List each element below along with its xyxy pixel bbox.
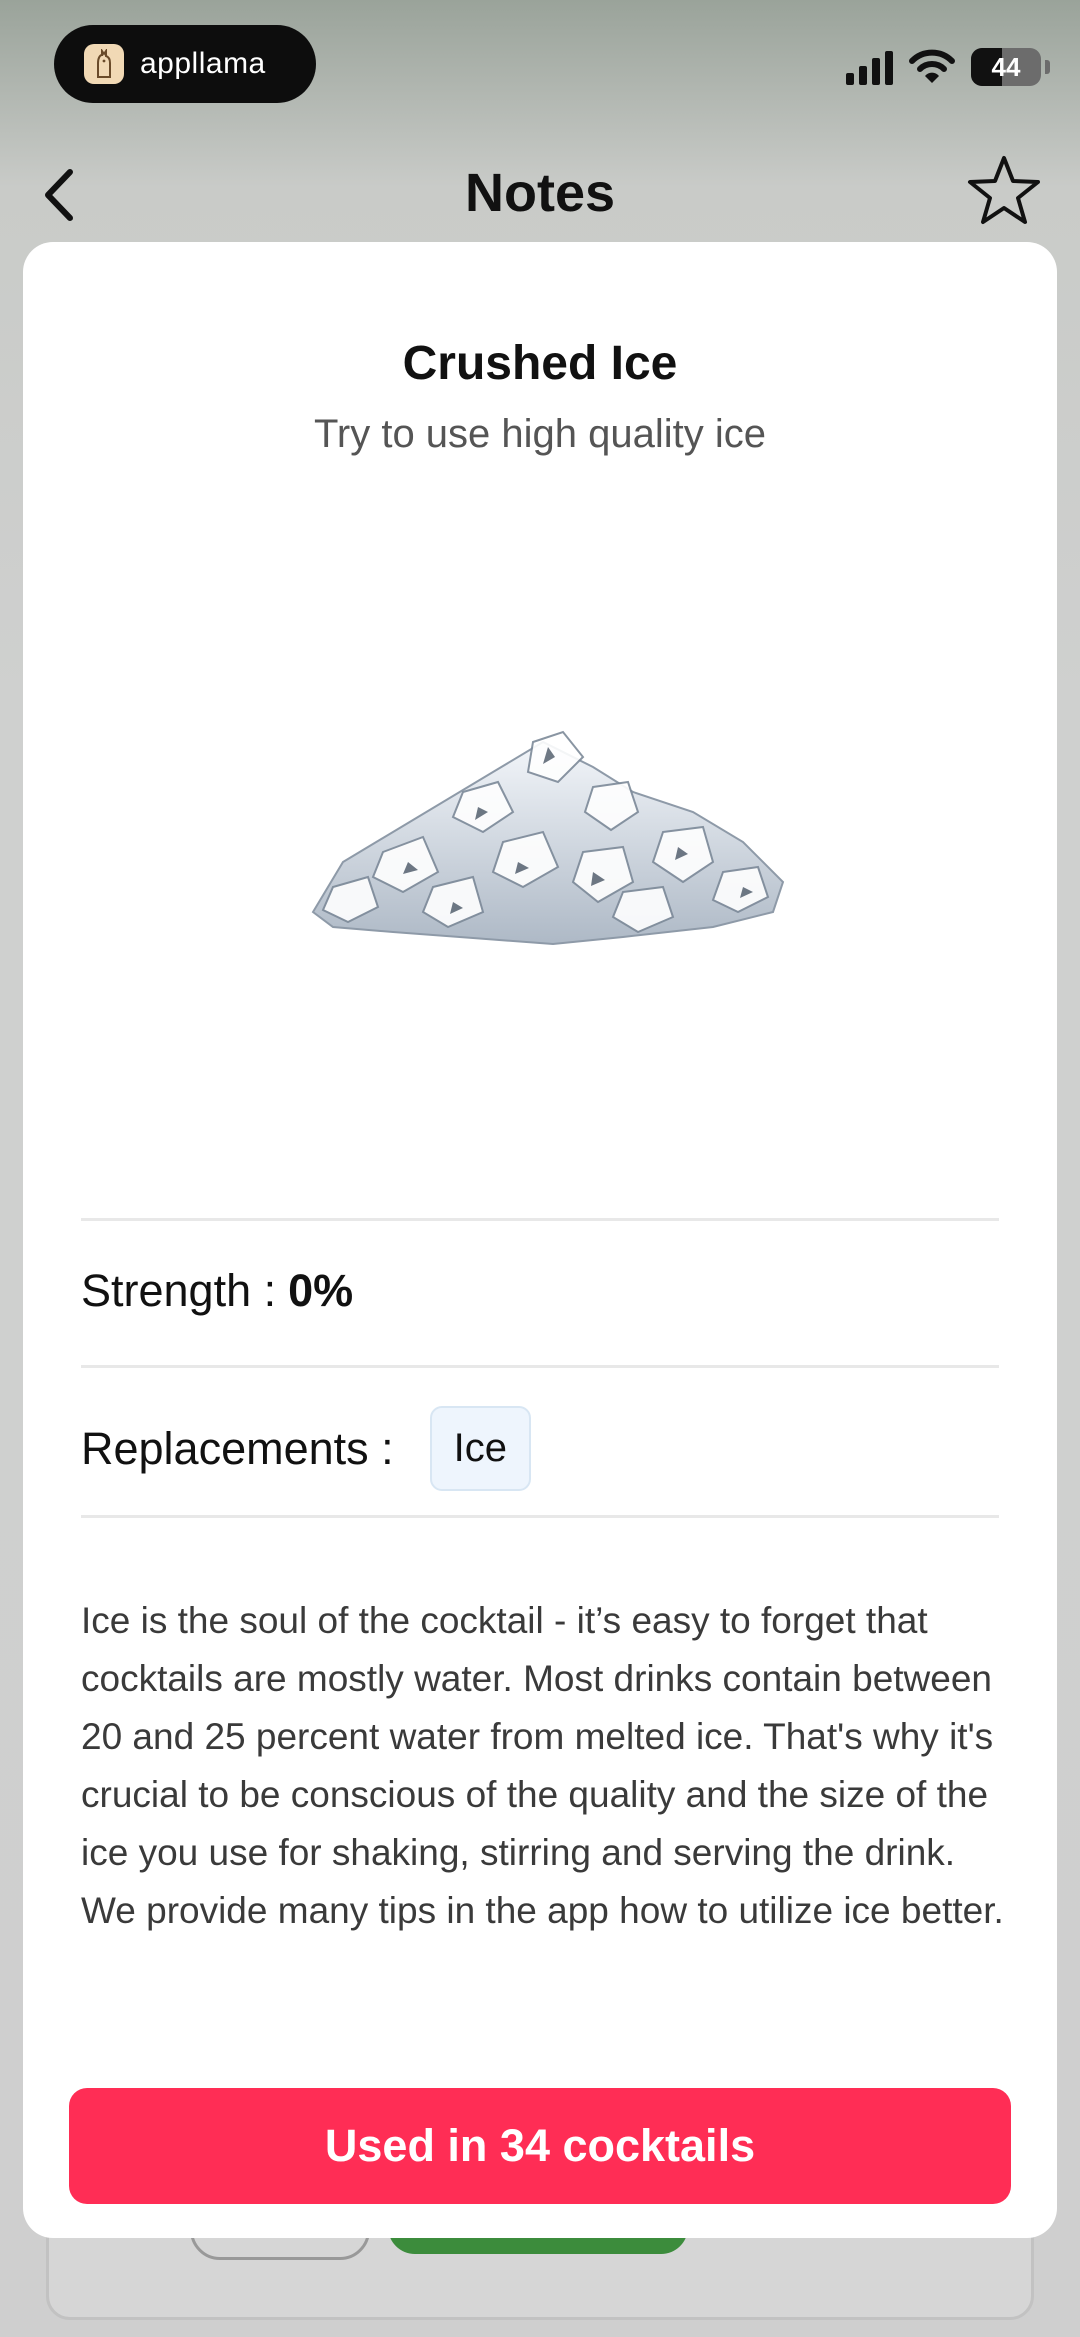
replacements-label: Replacements : bbox=[81, 1422, 394, 1474]
strength-label: Strength : bbox=[81, 1265, 277, 1316]
ingredient-sheet: Crushed Ice Try to use high quality ice bbox=[23, 242, 1057, 2238]
divider bbox=[81, 1515, 999, 1518]
llama-logo-icon bbox=[84, 44, 124, 84]
strength-value: 0% bbox=[288, 1265, 354, 1316]
battery-tip bbox=[1045, 60, 1050, 74]
signal-icon bbox=[846, 49, 893, 85]
ingredient-subtitle: Try to use high quality ice bbox=[313, 412, 767, 456]
used-in-cocktails-button[interactable]: Used in 34 cocktails bbox=[69, 2088, 1011, 2204]
replacements-row: Replacements : Ice bbox=[81, 1406, 532, 1491]
star-outline-icon bbox=[968, 156, 1040, 224]
status-icons: 44 bbox=[846, 48, 1050, 86]
page-title: Notes bbox=[464, 163, 616, 223]
ingredient-description: Ice is the soul of the cocktail - it’s e… bbox=[81, 1600, 1004, 1931]
wifi-icon bbox=[909, 49, 955, 83]
divider bbox=[81, 1365, 999, 1368]
battery-level: 44 bbox=[991, 51, 1021, 82]
app-name: appllama bbox=[140, 47, 266, 80]
favorite-button[interactable] bbox=[964, 150, 1044, 230]
divider bbox=[81, 1218, 999, 1221]
crushed-ice-image bbox=[311, 730, 785, 946]
replacement-chip-ice[interactable]: Ice bbox=[429, 1406, 532, 1491]
nav-header: Notes bbox=[0, 140, 1080, 250]
strength-row: Strength : 0% bbox=[81, 1265, 353, 1317]
app-indicator-pill[interactable]: appllama bbox=[54, 25, 316, 103]
battery-icon: 44 bbox=[971, 48, 1041, 86]
ingredient-name: Crushed Ice bbox=[402, 337, 678, 390]
status-bar: appllama 44 bbox=[0, 0, 1080, 130]
